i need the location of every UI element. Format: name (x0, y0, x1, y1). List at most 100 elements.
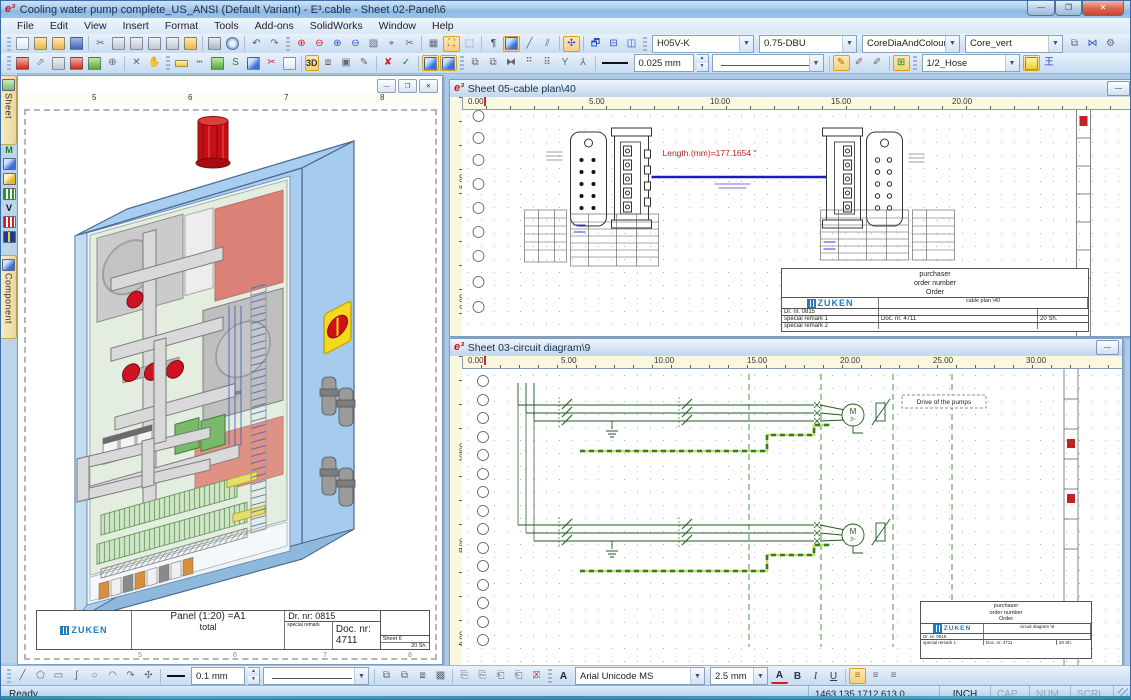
group-lock-icon[interactable]: ▩ (432, 668, 449, 684)
zoom-in-icon[interactable]: ⊕ (293, 36, 310, 52)
align-right-icon[interactable]: ≡ (885, 668, 902, 684)
undo-icon[interactable]: ↶ (248, 36, 265, 52)
maximize-button[interactable] (1055, 1, 1082, 16)
workspace-icon[interactable]: M (4, 145, 15, 155)
line-width-spinner[interactable]: ▲▼ (697, 54, 709, 72)
panel-window[interactable]: — ❐ ✕ 5 6 7 8 (17, 75, 443, 665)
cube-view-icon[interactable] (422, 55, 439, 71)
cable-window-titlebar[interactable]: e³ Sheet 05-cable plan\40 (450, 80, 1131, 98)
font-size-combo[interactable]: 2.5 mm▼ (710, 667, 768, 685)
draw-arc2-icon[interactable]: ↷ (122, 668, 139, 684)
print-icon[interactable] (206, 36, 223, 52)
circuit-window-titlebar[interactable]: e³ Sheet 03-circuit diagram\9 (450, 339, 1122, 357)
align-center-icon[interactable]: ≡ (867, 668, 884, 684)
wire-size-combo[interactable]: 0.75-DBU▼ (759, 35, 857, 53)
pan-hand-icon[interactable]: ✋ (146, 55, 163, 71)
v-marker-icon[interactable]: V (4, 203, 15, 213)
box-2d-icon[interactable]: ▣ (338, 55, 355, 71)
paste-special-icon[interactable] (146, 36, 163, 52)
delete-graphic-icon[interactable]: 🗵 (528, 668, 545, 684)
zoom-window-icon[interactable]: ▧ (365, 36, 382, 52)
cube-edit-icon[interactable] (440, 55, 457, 71)
print-area-icon[interactable] (182, 36, 199, 52)
split-y-icon[interactable]: Y (557, 55, 574, 71)
draw-spline-icon[interactable]: ʃ (68, 668, 85, 684)
sheets-icon[interactable] (245, 55, 262, 71)
box-3d-icon[interactable]: ⧈ (320, 55, 337, 71)
new-sheet-icon[interactable] (209, 55, 226, 71)
core-sort-combo[interactable]: Core_vert▼ (965, 35, 1063, 53)
pair-b-icon[interactable]: ⧉ (485, 55, 502, 71)
import-icon[interactable] (14, 55, 31, 71)
zoom-out-icon[interactable]: ⊖ (311, 36, 328, 52)
menu-tools[interactable]: Tools (206, 19, 247, 33)
hose-combo[interactable]: 1/2_Hose▼ (922, 54, 1020, 72)
line-icon[interactable]: ╱ (521, 36, 538, 52)
bold-icon[interactable]: B (789, 668, 806, 684)
panel-minimize-button[interactable]: — (377, 79, 396, 93)
pair-a-icon[interactable]: ⧉ (467, 55, 484, 71)
pen-orange-icon[interactable]: ✎ (833, 55, 850, 71)
pen-gray1-icon[interactable]: ✐ (851, 55, 868, 71)
draw-circle-icon[interactable]: ○ (86, 668, 103, 684)
paste-icon[interactable] (128, 36, 145, 52)
line-style-combo[interactable]: ▼ (712, 54, 824, 72)
clipboard-icon[interactable] (164, 36, 181, 52)
cable-minimize-button[interactable] (1107, 81, 1130, 96)
core-settings-icon[interactable]: ⚙ (1102, 36, 1119, 52)
bring-front-icon[interactable]: ⎗ (510, 668, 527, 684)
device-green-icon[interactable] (86, 55, 103, 71)
pins-icon[interactable]: ⠛ (521, 55, 538, 71)
send-back-icon[interactable]: ⎗ (492, 668, 509, 684)
device-out-icon[interactable] (68, 55, 85, 71)
snap-icon[interactable]: ⛶ (443, 36, 460, 52)
underline-icon[interactable]: U (825, 668, 842, 684)
view-3d-button[interactable]: 3D (305, 55, 319, 71)
core-color-combo[interactable]: CoreDiaAndColour▼ (862, 35, 960, 53)
font-icon[interactable]: A (555, 668, 572, 684)
minimize-button[interactable] (1027, 1, 1055, 16)
draw-arc-icon[interactable]: ◠ (104, 668, 121, 684)
circuit-canvas[interactable]: M 3~ M 3~ Drive of the pumps (462, 369, 1122, 665)
copy-fwd-icon[interactable]: ⎘ (456, 668, 473, 684)
dots-icon[interactable]: ┅ (191, 55, 208, 71)
help-icon[interactable] (224, 36, 241, 52)
sheet-properties-icon[interactable]: S (227, 55, 244, 71)
merge-y-icon[interactable]: ⅄ (575, 55, 592, 71)
copy-icon[interactable] (110, 36, 127, 52)
menu-format[interactable]: Format (157, 19, 206, 33)
menu-help[interactable]: Help (424, 19, 462, 33)
ghost-grid-icon[interactable]: ⬚ (461, 36, 478, 52)
italic-icon[interactable]: I (807, 668, 824, 684)
close-button[interactable] (1082, 1, 1124, 16)
tile-vertical-icon[interactable]: ◫ (623, 36, 640, 52)
sheet-b-icon[interactable] (281, 55, 298, 71)
cascade-windows-icon[interactable]: 🗗 (587, 36, 604, 52)
connect-icon[interactable]: ✓ (398, 55, 415, 71)
delete-icon[interactable]: ✕ (128, 55, 145, 71)
line-width-combo[interactable]: 0.025 mm (634, 54, 694, 72)
menu-window[interactable]: Window (371, 19, 424, 33)
align-left-icon[interactable]: ≡ (849, 668, 866, 684)
blue-cube-icon[interactable] (3, 158, 16, 170)
graphic-style-combo[interactable]: ▼ (263, 667, 369, 685)
pins2-icon[interactable]: ⠿ (539, 55, 556, 71)
cut-icon[interactable]: ✂ (92, 36, 109, 52)
circuit-window[interactable]: e³ Sheet 03-circuit diagram\9 0.00 5.00 … (449, 338, 1123, 666)
save-icon[interactable] (68, 36, 85, 52)
pan-up-icon[interactable]: ⊕ (329, 36, 346, 52)
graphic-width-spinner[interactable]: ▲▼ (248, 667, 260, 685)
cut-wire-icon[interactable]: ✂ (263, 55, 280, 71)
draw-polygon-icon[interactable]: ⬠ (32, 668, 49, 684)
menu-insert[interactable]: Insert (115, 19, 157, 33)
graphic-width-combo[interactable]: 0.1 mm (191, 667, 245, 685)
red-flag-icon[interactable] (3, 216, 16, 228)
new-icon[interactable] (14, 36, 31, 52)
menu-solidworks[interactable]: SolidWorks (302, 19, 371, 33)
wire-group-combo[interactable]: H05V-K▼ (652, 35, 754, 53)
draw-move-icon[interactable]: ✣ (140, 668, 157, 684)
disconnect-icon[interactable]: ✘ (380, 55, 397, 71)
pen-gray2-icon[interactable]: ✐ (869, 55, 886, 71)
tile-horizontal-icon[interactable]: ⊟ (605, 36, 622, 52)
yellow-cube-icon[interactable] (3, 173, 16, 185)
